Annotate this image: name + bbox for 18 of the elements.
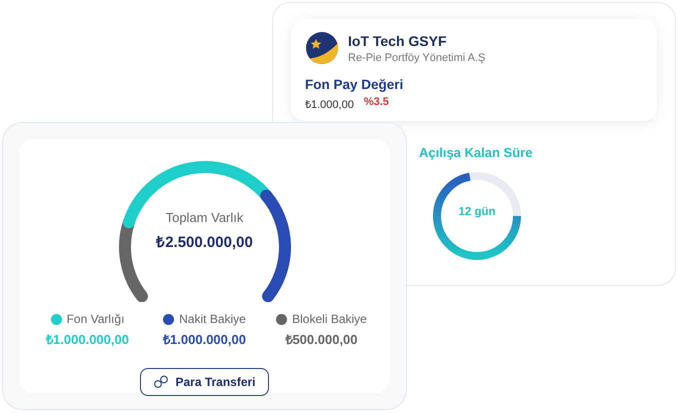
legend-label: Nakit Bakiye xyxy=(179,312,246,326)
countdown-title: Açılışa Kalan Süre xyxy=(419,145,534,160)
legend-amount: ₺500.000,00 xyxy=(285,331,358,348)
fund-logo-icon xyxy=(305,31,339,65)
legend-amount: ₺1.000.000,00 xyxy=(46,331,129,348)
transfer-button[interactable]: Para Transferi xyxy=(140,368,269,396)
price-title: Fon Pay Değeri xyxy=(305,77,404,92)
total-title: Toplam Varlık xyxy=(166,210,244,225)
price-change: %3.5 xyxy=(364,96,389,110)
fund-name: IoT Tech GSYF xyxy=(348,32,448,48)
coins-icon xyxy=(153,375,170,389)
unit-price: ₺1.000,00 xyxy=(305,98,354,111)
total-amount: ₺2.500.000,00 xyxy=(156,233,253,251)
legend-amount: ₺1.000.000,00 xyxy=(163,331,246,348)
legend-label: Blokeli Bakiye xyxy=(292,312,367,326)
days-left: 12 gün xyxy=(457,206,497,218)
legend-label: Fon Varlığı xyxy=(66,312,124,326)
company-name: Re-Pie Portföy Yönetimi A.Ş xyxy=(348,52,486,64)
